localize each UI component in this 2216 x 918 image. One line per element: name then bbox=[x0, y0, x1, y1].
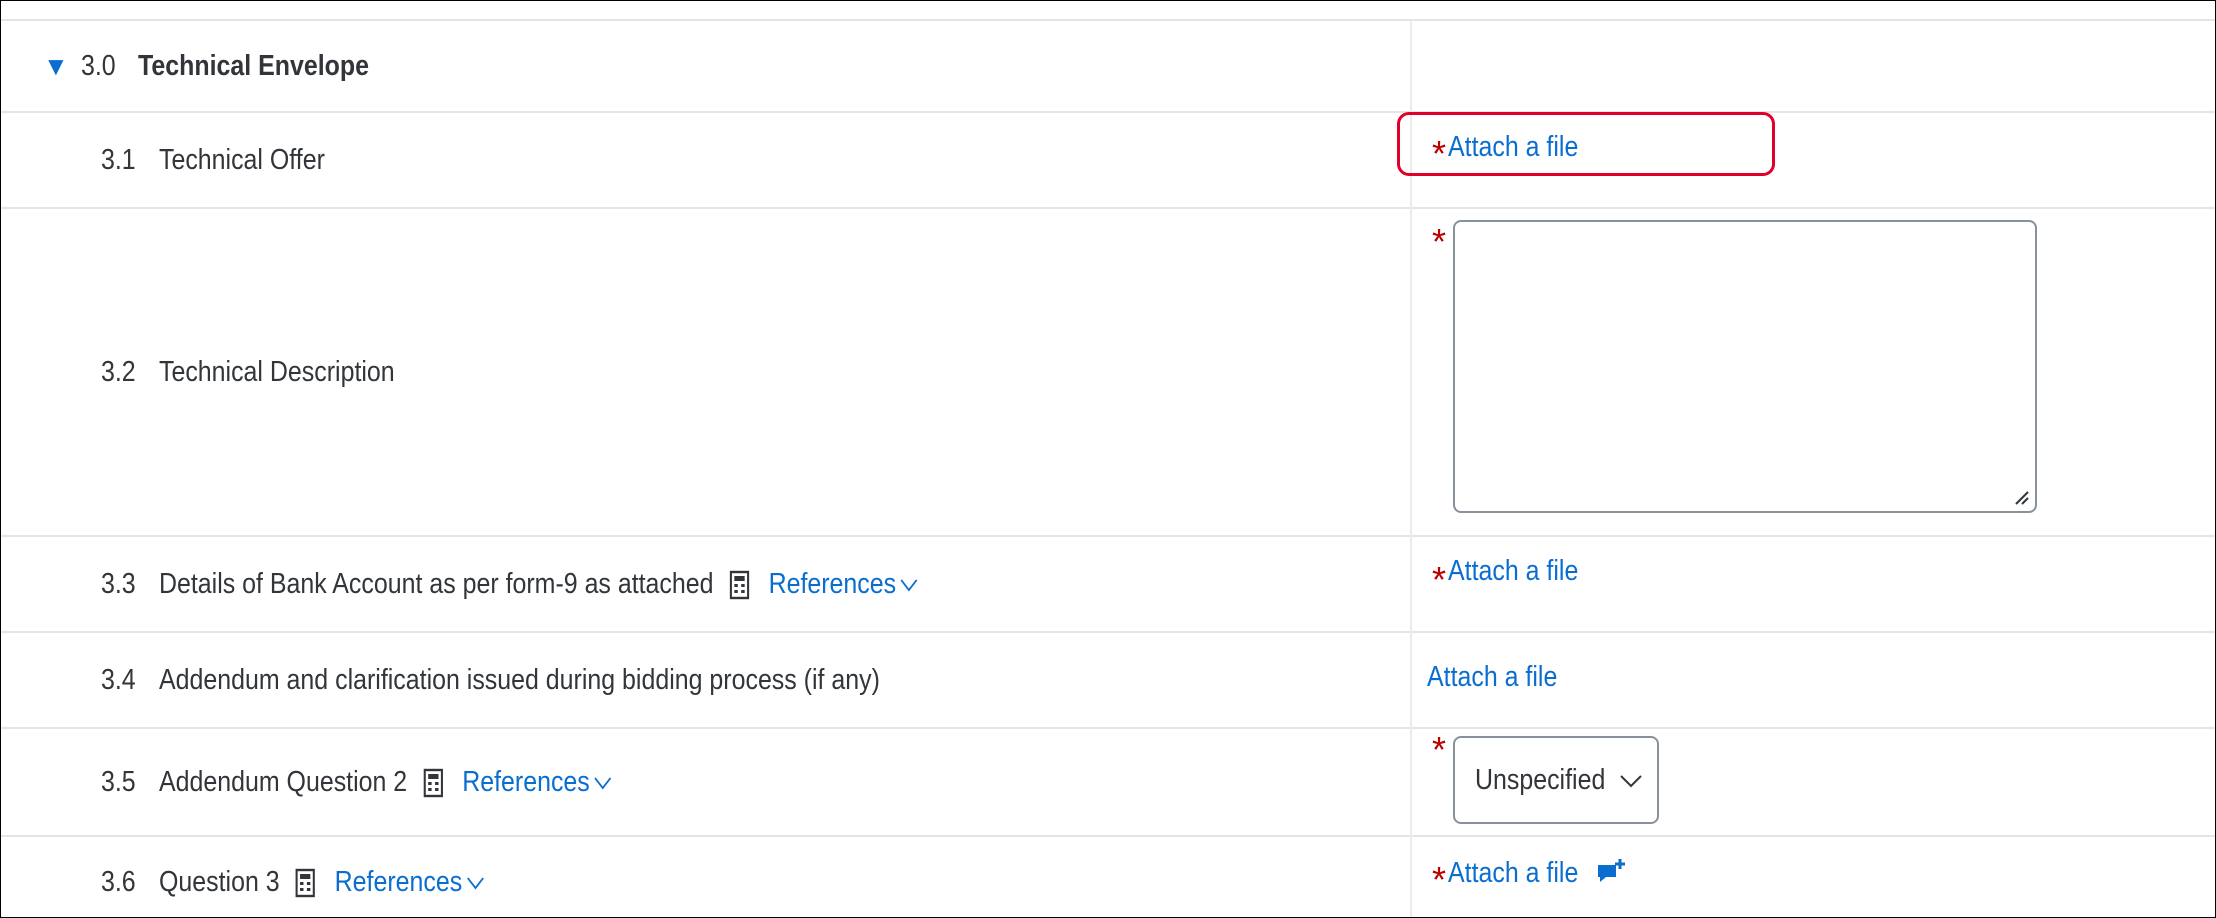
question-label: Question 3 References bbox=[159, 866, 485, 899]
question-label-cell: 3.4 Addendum and clarification issued du… bbox=[1, 633, 1410, 727]
chevron-down-icon bbox=[594, 777, 612, 790]
question-label-cell: 3.1 Technical Offer bbox=[1, 113, 1410, 207]
section-header-row[interactable]: ▼ 3.0 Technical Envelope bbox=[1, 21, 2215, 113]
answer-cell: * Attach a file bbox=[1412, 837, 2215, 917]
chevron-down-icon bbox=[900, 579, 918, 592]
chevron-down-icon bbox=[466, 877, 484, 890]
required-marker: * bbox=[1432, 221, 1447, 262]
references-link[interactable]: References bbox=[769, 568, 919, 601]
question-label: Technical Offer bbox=[159, 144, 325, 177]
attach-file-link[interactable]: Attach a file bbox=[1448, 555, 1578, 588]
question-row-3-1: 3.1 Technical Offer * Attach a file bbox=[1, 113, 2215, 209]
question-label-text: Addendum Question 2 bbox=[159, 765, 408, 798]
top-border bbox=[1, 1, 2215, 21]
questionnaire-panel: ▼ 3.0 Technical Envelope 3.1 Technical O… bbox=[0, 0, 2216, 918]
question-number: 3.5 bbox=[101, 765, 136, 798]
required-marker: * bbox=[1432, 859, 1447, 900]
question-label-text: Details of Bank Account as per form-9 as… bbox=[159, 567, 714, 600]
question-number: 3.1 bbox=[101, 143, 136, 176]
question-label: Addendum Question 2 References bbox=[159, 766, 612, 799]
question-label: Technical Description bbox=[159, 356, 395, 389]
question-row-3-4: 3.4 Addendum and clarification issued du… bbox=[1, 633, 2215, 729]
collapse-toggle-icon[interactable]: ▼ bbox=[43, 51, 69, 82]
calculator-icon[interactable] bbox=[729, 568, 750, 601]
question-label-cell: 3.6 Question 3 References bbox=[1, 837, 1410, 917]
answer-cell: * Attach a file bbox=[1412, 537, 2215, 631]
question-label-text: Technical Offer bbox=[159, 143, 325, 176]
calculator-icon[interactable] bbox=[423, 766, 444, 799]
select-value: Unspecified bbox=[1475, 763, 1606, 796]
add-comment-icon[interactable] bbox=[1596, 857, 1628, 887]
section-header-left: ▼ 3.0 Technical Envelope bbox=[1, 21, 1410, 111]
question-label: Details of Bank Account as per form-9 as… bbox=[159, 568, 918, 601]
question-number: 3.6 bbox=[101, 865, 136, 898]
chevron-down-icon bbox=[1620, 775, 1642, 788]
references-link[interactable]: References bbox=[462, 766, 612, 799]
highlight-annotation bbox=[1397, 112, 1775, 176]
references-text: References bbox=[462, 765, 590, 798]
addendum-question-select[interactable]: Unspecified bbox=[1453, 736, 1659, 824]
question-label-text: Addendum and clarification issued during… bbox=[159, 663, 880, 696]
technical-description-textarea[interactable] bbox=[1453, 220, 2037, 513]
references-link[interactable]: References bbox=[335, 866, 485, 899]
answer-cell: Attach a file bbox=[1412, 633, 2215, 727]
question-label: Addendum and clarification issued during… bbox=[159, 664, 880, 697]
question-label-text: Technical Description bbox=[159, 355, 395, 388]
calculator-icon[interactable] bbox=[295, 866, 316, 899]
references-text: References bbox=[768, 567, 897, 600]
question-row-3-6: 3.6 Question 3 References * Attach a fil… bbox=[1, 837, 2215, 917]
question-label-cell: 3.3 Details of Bank Account as per form-… bbox=[1, 537, 1410, 631]
section-number: 3.0 bbox=[81, 49, 116, 82]
references-text: References bbox=[334, 865, 463, 898]
question-label-text: Question 3 bbox=[159, 865, 280, 898]
question-row-3-3: 3.3 Details of Bank Account as per form-… bbox=[1, 537, 2215, 633]
question-label-cell: 3.2 Technical Description bbox=[1, 209, 1410, 535]
attach-file-link[interactable]: Attach a file bbox=[1448, 857, 1578, 890]
section-title: Technical Envelope bbox=[138, 49, 370, 82]
attach-file-link[interactable]: Attach a file bbox=[1427, 661, 1557, 694]
required-marker: * bbox=[1432, 729, 1447, 770]
question-label-cell: 3.5 Addendum Question 2 References bbox=[1, 729, 1410, 835]
question-number: 3.3 bbox=[101, 567, 136, 600]
resize-handle-icon[interactable] bbox=[2013, 489, 2029, 505]
question-number: 3.2 bbox=[101, 355, 136, 388]
question-row-3-5: 3.5 Addendum Question 2 References * bbox=[1, 729, 2215, 837]
question-number: 3.4 bbox=[101, 663, 136, 696]
required-marker: * bbox=[1432, 559, 1447, 600]
